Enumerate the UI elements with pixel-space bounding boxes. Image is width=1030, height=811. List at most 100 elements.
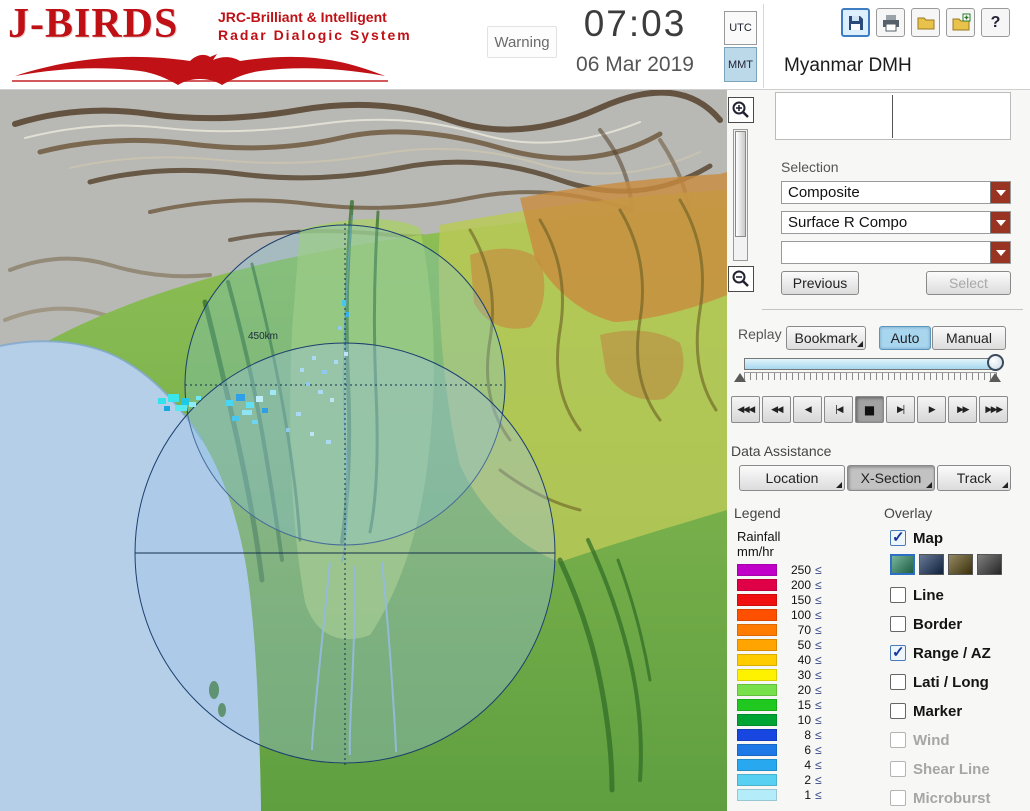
legend-color-swatch — [737, 608, 777, 621]
overlay-label-text: Line — [913, 586, 944, 604]
legend-row: 8 ≤ — [737, 727, 822, 742]
legend-leq: ≤ — [815, 607, 822, 622]
legend-leq: ≤ — [815, 652, 822, 667]
legend-value: 1 — [804, 787, 811, 802]
help-button[interactable]: ? — [981, 8, 1010, 37]
bookmark-button[interactable]: Bookmark — [786, 326, 866, 350]
legend-value: 100 — [790, 607, 811, 622]
jbirds-window: J-BIRDS JRC-Brilliant & Intelligent Rada… — [0, 0, 1030, 811]
legend-color-swatch — [737, 638, 777, 651]
legend-row: 2 ≤ — [737, 772, 822, 787]
zoom-out-icon — [732, 270, 749, 287]
fast-rewind-button[interactable]: ◀◀ — [762, 396, 791, 423]
sub-product-dropdown[interactable] — [781, 241, 1011, 264]
radar-map-svg: 450km — [0, 89, 727, 811]
radar-map[interactable]: 450km — [0, 89, 727, 811]
mmt-button[interactable]: MMT — [724, 47, 757, 82]
skip-to-end-button[interactable]: ▶▶▶ — [979, 396, 1008, 423]
zoom-slider[interactable] — [733, 129, 748, 261]
track-button[interactable]: Track — [937, 465, 1011, 491]
overlay-label-text: Border — [913, 615, 963, 633]
clock-time: 07:03 — [583, 3, 687, 44]
print-button[interactable] — [876, 8, 905, 37]
warning-button[interactable]: Warning — [487, 26, 557, 58]
legend-value: 250 — [790, 562, 811, 577]
overlay-item-map[interactable]: Map — [890, 528, 943, 548]
map-style-navy[interactable] — [919, 554, 944, 575]
open-folder-icon — [917, 17, 934, 29]
location-button[interactable]: Location — [739, 465, 845, 491]
map-style-olive[interactable] — [948, 554, 973, 575]
site-title: Myanmar DMH — [784, 55, 912, 76]
border-checkbox[interactable] — [890, 616, 906, 632]
product-dropdown[interactable]: Surface R Compo — [781, 211, 1011, 234]
overlay-item-marker[interactable]: Marker — [890, 701, 962, 721]
legend-value: 40 — [797, 652, 811, 667]
skip-to-start-button[interactable]: ◀◀◀ — [731, 396, 760, 423]
timeline-end-marker-icon — [989, 373, 1001, 382]
map-checkbox[interactable] — [890, 528, 906, 546]
replay-section-label: Replay — [738, 326, 782, 342]
replay-timeline-slider[interactable] — [744, 358, 997, 370]
zoom-slider-thumb[interactable] — [735, 131, 746, 237]
zoom-out-button[interactable] — [728, 266, 754, 292]
play-reverse-button[interactable]: ◀ — [793, 396, 822, 423]
overlay-item-border[interactable]: Border — [890, 614, 962, 634]
chevron-down-icon[interactable] — [990, 242, 1010, 263]
marker-checkbox[interactable] — [890, 703, 906, 719]
auto-mode-button[interactable]: Auto — [879, 326, 931, 350]
timeline-ticks — [744, 372, 997, 380]
line-checkbox[interactable] — [890, 587, 906, 603]
lati-long-checkbox[interactable] — [890, 674, 906, 690]
legend-value: 70 — [797, 622, 811, 637]
legend-row: 100 ≤ — [737, 607, 822, 622]
xsection-button[interactable]: X-Section — [847, 465, 935, 491]
legend-color-swatch — [737, 668, 777, 681]
station-list-box[interactable] — [775, 92, 1011, 140]
overlay-item-line[interactable]: Line — [890, 585, 944, 605]
map-style-green[interactable] — [890, 554, 915, 575]
legend-row: 200 ≤ — [737, 577, 822, 592]
step-forward-button[interactable]: ▶| — [886, 396, 915, 423]
chevron-down-icon[interactable] — [990, 182, 1010, 203]
utc-button[interactable]: UTC — [724, 11, 757, 45]
legend-row: 1 ≤ — [737, 787, 822, 802]
panel-separator — [762, 309, 1023, 310]
legend-color-swatch — [737, 623, 777, 636]
legend-color-swatch — [737, 773, 777, 786]
legend-color-swatch — [737, 758, 777, 771]
overlay-section-label: Overlay — [884, 505, 933, 521]
legend-value: 8 — [804, 727, 811, 742]
zoom-in-button[interactable] — [728, 97, 754, 123]
stop-button[interactable]: ■ — [855, 396, 884, 423]
step-back-button[interactable]: |◀ — [824, 396, 853, 423]
legend-row: 4 ≤ — [737, 757, 822, 772]
composite-dropdown[interactable]: Composite — [781, 181, 1011, 204]
legend-row: 6 ≤ — [737, 742, 822, 757]
select-button[interactable]: Select — [926, 271, 1011, 295]
overlay-label-text: Range / AZ — [913, 644, 991, 662]
overlay-item-lati-long[interactable]: Lati / Long — [890, 672, 989, 692]
open-file-button[interactable] — [911, 8, 940, 37]
replay-timeline-thumb[interactable] — [987, 354, 1004, 371]
legend-leq: ≤ — [815, 682, 822, 697]
transport-controls: ◀◀◀ ◀◀ ◀ |◀ ■ ▶| ▶ ▶▶ ▶▶▶ — [731, 396, 1008, 423]
overlay-label-text: Wind — [913, 731, 950, 749]
import-data-button[interactable] — [946, 8, 975, 37]
map-style-gray[interactable] — [977, 554, 1002, 575]
range-az-checkbox[interactable] — [890, 643, 906, 661]
save-icon — [848, 15, 863, 30]
legend-leq: ≤ — [815, 742, 822, 757]
legend-value: 150 — [790, 592, 811, 607]
legend-row: 10 ≤ — [737, 712, 822, 727]
previous-button[interactable]: Previous — [781, 271, 859, 295]
fast-forward-button[interactable]: ▶▶ — [948, 396, 977, 423]
legend-color-swatch — [737, 713, 777, 726]
overlay-item-range-az[interactable]: Range / AZ — [890, 643, 991, 663]
legend-value: 50 — [797, 637, 811, 652]
chevron-down-icon[interactable] — [990, 212, 1010, 233]
overlay-label-text: Shear Line — [913, 760, 990, 778]
play-button[interactable]: ▶ — [917, 396, 946, 423]
save-button[interactable] — [841, 8, 870, 37]
manual-mode-button[interactable]: Manual — [932, 326, 1006, 350]
